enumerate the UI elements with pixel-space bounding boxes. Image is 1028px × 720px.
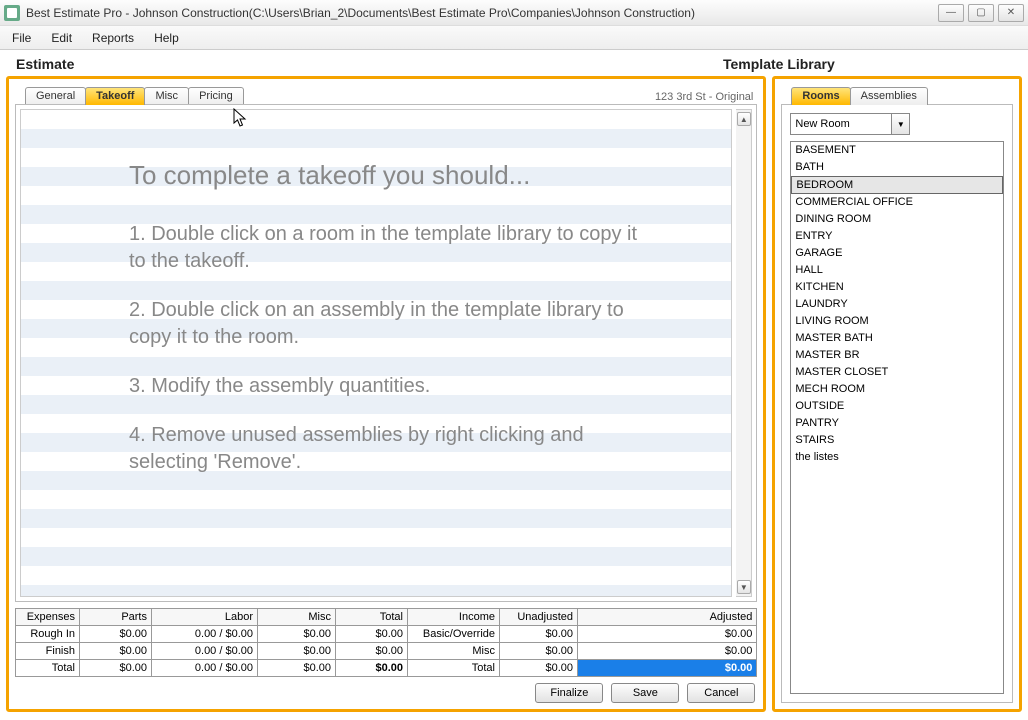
takeoff-grid[interactable]: To complete a takeoff you should... 1. D… (20, 109, 732, 597)
row-finish: Finish $0.00 0.00 / $0.00 $0.00 $0.00 Mi… (16, 643, 757, 660)
new-room-dropdown[interactable]: New Room ▼ (790, 113, 910, 135)
room-item[interactable]: BEDROOM (791, 176, 1003, 194)
room-item[interactable]: LIVING ROOM (791, 313, 1003, 330)
tab-pricing[interactable]: Pricing (188, 87, 244, 105)
room-item[interactable]: MASTER BATH (791, 330, 1003, 347)
window-title: Best Estimate Pro - Johnson Construction… (26, 6, 938, 20)
room-item[interactable]: BASEMENT (791, 142, 1003, 159)
scroll-up-icon[interactable]: ▲ (737, 112, 751, 126)
summary-table: Expenses Parts Labor Misc Total Income U… (15, 608, 757, 677)
room-item[interactable]: ENTRY (791, 228, 1003, 245)
cancel-button[interactable]: Cancel (687, 683, 755, 703)
close-button[interactable]: ✕ (998, 4, 1024, 22)
room-item[interactable]: MECH ROOM (791, 381, 1003, 398)
room-item[interactable]: BATH (791, 159, 1003, 176)
room-item[interactable]: the listes (791, 449, 1003, 466)
menu-edit[interactable]: Edit (41, 28, 82, 48)
col-expenses: Expenses (16, 609, 80, 626)
menu-reports[interactable]: Reports (82, 28, 144, 48)
tab-general[interactable]: General (25, 87, 86, 105)
room-item[interactable]: STAIRS (791, 432, 1003, 449)
app-icon (4, 5, 20, 21)
room-item[interactable]: PANTRY (791, 415, 1003, 432)
finalize-button[interactable]: Finalize (535, 683, 603, 703)
instructions-step1: 1. Double click on a room in the templat… (129, 221, 643, 275)
row-roughin: Rough In $0.00 0.00 / $0.00 $0.00 $0.00 … (16, 626, 757, 643)
col-misc: Misc (258, 609, 336, 626)
tab-takeoff[interactable]: Takeoff (85, 87, 145, 105)
estimate-panel-title: Estimate (16, 56, 74, 72)
scroll-down-icon[interactable]: ▼ (737, 580, 751, 594)
col-total: Total (336, 609, 408, 626)
room-list[interactable]: BASEMENTBATHBEDROOMCOMMERCIAL OFFICEDINI… (790, 141, 1004, 694)
room-item[interactable]: HALL (791, 262, 1003, 279)
estimate-tabs: General Takeoff Misc Pricing 123 3rd St … (25, 83, 757, 105)
tab-rooms[interactable]: Rooms (791, 87, 850, 105)
room-item[interactable]: OUTSIDE (791, 398, 1003, 415)
maximize-button[interactable]: ▢ (968, 4, 994, 22)
instructions-step3: 3. Modify the assembly quantities. (129, 373, 643, 400)
room-controls: New Room ▼ (790, 113, 1004, 135)
menu-help[interactable]: Help (144, 28, 189, 48)
room-item[interactable]: MASTER CLOSET (791, 364, 1003, 381)
save-button[interactable]: Save (611, 683, 679, 703)
new-room-label: New Room (795, 118, 849, 130)
takeoff-content: To complete a takeoff you should... 1. D… (15, 104, 757, 602)
col-unadjusted: Unadjusted (500, 609, 578, 626)
estimate-breadcrumb: 123 3rd St - Original (655, 91, 753, 103)
takeoff-instructions: To complete a takeoff you should... 1. D… (29, 118, 723, 508)
room-item[interactable]: MASTER BR (791, 347, 1003, 364)
room-item[interactable]: COMMERCIAL OFFICE (791, 194, 1003, 211)
room-item[interactable]: KITCHEN (791, 279, 1003, 296)
vertical-scrollbar[interactable]: ▲ ▼ (736, 109, 752, 597)
tab-misc[interactable]: Misc (144, 87, 189, 105)
action-buttons: Finalize Save Cancel (15, 677, 757, 703)
col-parts: Parts (80, 609, 152, 626)
menu-file[interactable]: File (2, 28, 41, 48)
menubar: File Edit Reports Help (0, 26, 1028, 50)
col-income: Income (408, 609, 500, 626)
room-item[interactable]: LAUNDRY (791, 296, 1003, 313)
row-total: Total $0.00 0.00 / $0.00 $0.00 $0.00 Tot… (16, 660, 757, 677)
minimize-button[interactable]: — (938, 4, 964, 22)
library-tabs: Rooms Assemblies (791, 83, 1013, 105)
instructions-heading: To complete a takeoff you should... (129, 158, 643, 193)
library-panel-title: Template Library (723, 56, 835, 72)
room-item[interactable]: GARAGE (791, 245, 1003, 262)
col-adjusted: Adjusted (578, 609, 757, 626)
tab-assemblies[interactable]: Assemblies (850, 87, 928, 105)
room-item[interactable]: DINING ROOM (791, 211, 1003, 228)
dropdown-arrow-icon[interactable]: ▼ (891, 114, 909, 134)
instructions-step4: 4. Remove unused assemblies by right cli… (129, 422, 643, 476)
template-library-panel: Rooms Assemblies New Room ▼ BASEMENTBATH… (772, 76, 1022, 712)
titlebar: Best Estimate Pro - Johnson Construction… (0, 0, 1028, 26)
estimate-panel: General Takeoff Misc Pricing 123 3rd St … (6, 76, 766, 712)
instructions-step2: 2. Double click on an assembly in the te… (129, 297, 643, 351)
col-labor: Labor (152, 609, 258, 626)
